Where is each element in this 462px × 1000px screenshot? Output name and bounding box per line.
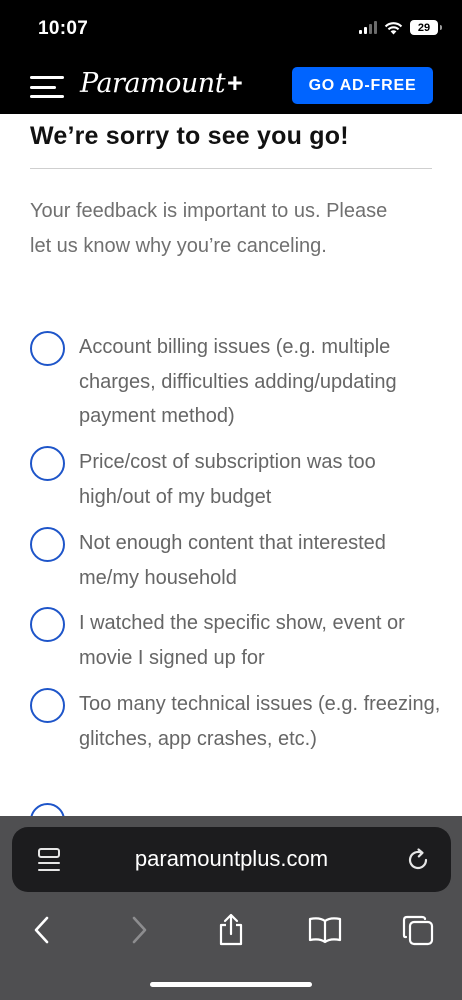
page-title: We’re sorry to see you go! <box>30 122 349 150</box>
radio-button[interactable] <box>30 527 65 562</box>
battery-icon: 29 <box>410 20 442 35</box>
wifi-icon <box>384 21 403 34</box>
share-icon <box>219 913 243 946</box>
forward-icon <box>132 916 147 944</box>
status-time: 10:07 <box>38 18 89 39</box>
back-icon <box>34 916 49 944</box>
site-header: Paramount+ GO AD-FREE <box>0 58 462 114</box>
reason-option-watched[interactable]: I watched the specific show, event or mo… <box>30 606 449 675</box>
status-icons: 29 <box>359 20 442 35</box>
reload-icon[interactable] <box>405 847 431 873</box>
radio-button[interactable] <box>30 331 65 366</box>
radio-button[interactable] <box>30 688 65 723</box>
radio-button[interactable] <box>30 803 65 816</box>
reason-option-billing[interactable]: Account billing issues (e.g. multiple ch… <box>30 330 449 434</box>
reason-option-partial[interactable] <box>30 802 65 816</box>
logo-plus: + <box>227 68 243 98</box>
paramount-plus-logo[interactable]: Paramount+ <box>80 68 243 99</box>
status-bar: 10:07 29 <box>0 0 462 58</box>
logo-text: Paramount <box>80 68 226 99</box>
home-indicator[interactable] <box>150 982 312 987</box>
radio-button[interactable] <box>30 446 65 481</box>
address-bar[interactable]: paramountplus.com <box>12 827 451 892</box>
share-button[interactable] <box>211 910 251 950</box>
battery-level: 29 <box>417 21 431 34</box>
hamburger-menu-icon[interactable] <box>30 76 64 98</box>
bookmarks-button[interactable] <box>305 910 345 950</box>
option-label: Price/cost of subscription was too high/… <box>79 451 376 508</box>
option-label: Account billing issues (e.g. multiple ch… <box>79 336 397 427</box>
divider <box>30 168 432 169</box>
back-button[interactable] <box>22 910 62 950</box>
radio-button[interactable] <box>30 607 65 642</box>
url-text[interactable]: paramountplus.com <box>12 846 451 872</box>
tabs-icon <box>402 915 434 946</box>
cancel-survey: We’re sorry to see you go! Your feedback… <box>0 114 462 816</box>
bookmarks-icon <box>308 917 342 944</box>
reason-option-technical[interactable]: Too many technical issues (e.g. freezing… <box>30 687 449 756</box>
option-label: I watched the specific show, event or mo… <box>79 612 405 669</box>
intro-text: Your feedback is important to us. Please… <box>30 200 388 257</box>
option-label: Too many technical issues (e.g. freezing… <box>79 693 441 750</box>
option-label: Not enough content that interested me/my… <box>79 532 386 589</box>
signal-icon <box>359 21 377 34</box>
reason-option-content[interactable]: Not enough content that interested me/my… <box>30 526 449 595</box>
go-ad-free-button[interactable]: GO AD-FREE <box>292 67 433 104</box>
forward-button[interactable] <box>119 910 159 950</box>
reason-option-price[interactable]: Price/cost of subscription was too high/… <box>30 445 449 514</box>
tabs-button[interactable] <box>398 910 438 950</box>
browser-toolbar: paramountplus.com <box>0 816 462 1000</box>
